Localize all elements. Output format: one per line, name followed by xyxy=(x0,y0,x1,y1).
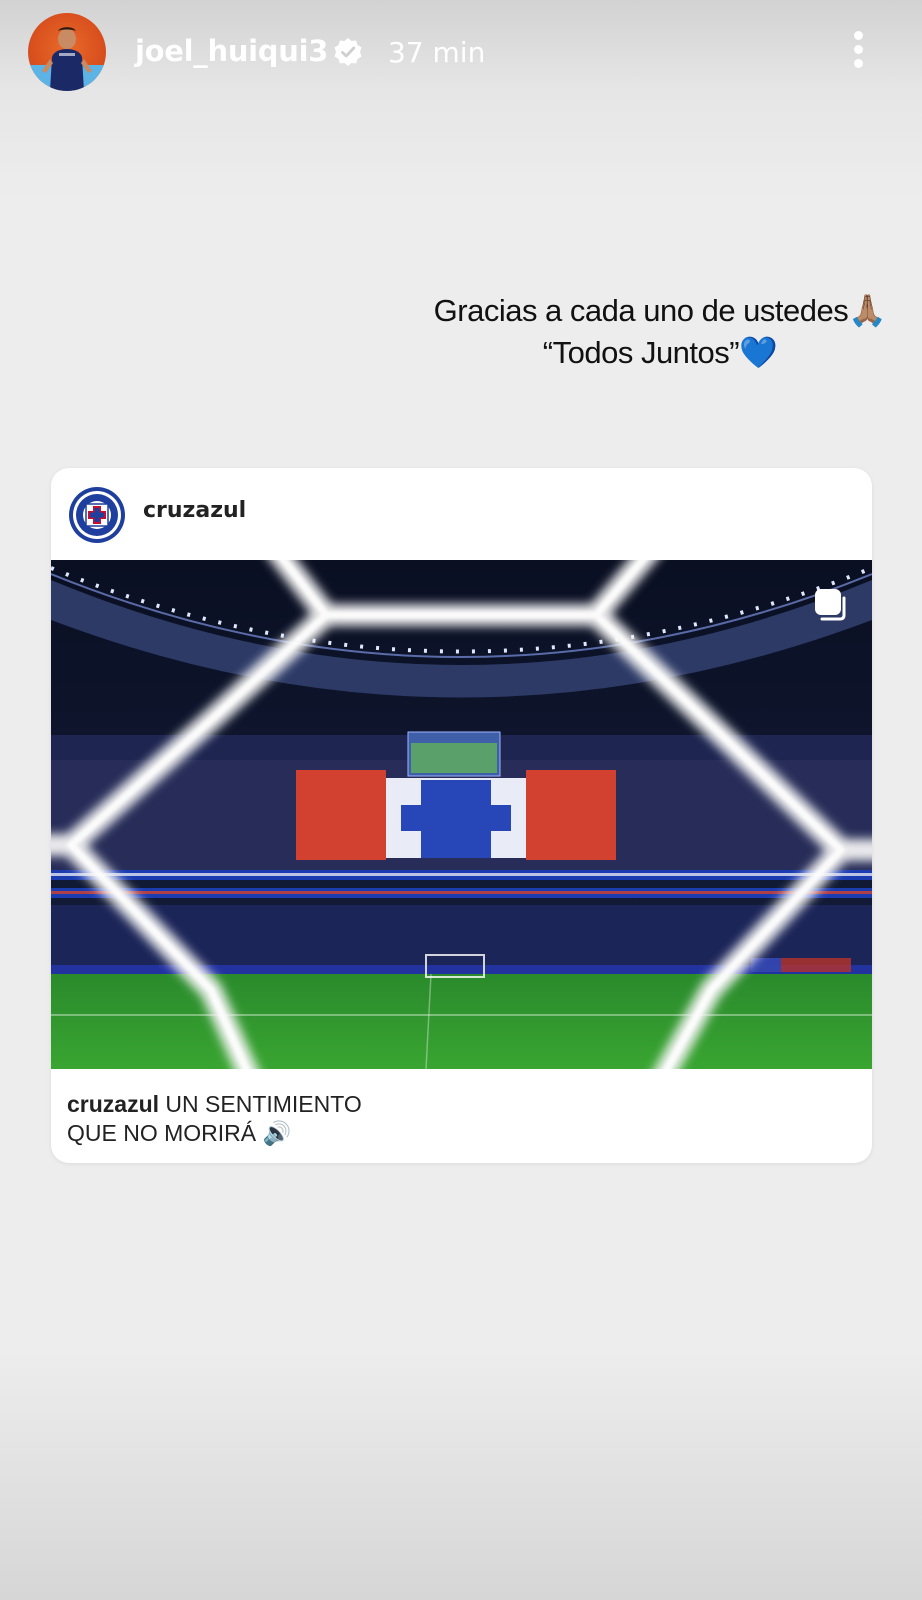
story-username[interactable]: joel_huiqui3 xyxy=(135,34,328,68)
caption-line-2: “Todos Juntos”💙 xyxy=(542,335,778,370)
verified-badge-icon xyxy=(334,38,362,66)
story-header: joel_huiqui3 37 min xyxy=(0,0,922,110)
shared-post-caption-line-1: UN SENTIMIENTO xyxy=(165,1091,362,1117)
shared-post-card[interactable]: cruzazul cruzazul UN SENTIMIENTO QUE NO … xyxy=(51,468,872,1163)
shared-post-header: cruzazul xyxy=(51,468,872,560)
story-caption: Gracias a cada uno de ustedes🙏🏽 “Todos J… xyxy=(420,290,900,374)
bookmark-icon[interactable] xyxy=(812,586,846,622)
stadium-photo[interactable] xyxy=(51,560,872,1069)
shared-post-caption-user[interactable]: cruzazul xyxy=(67,1091,159,1117)
shared-post-caption: cruzazul UN SENTIMIENTO QUE NO MORIRÁ 🔊 xyxy=(67,1090,767,1148)
more-vertical-icon[interactable] xyxy=(850,28,866,76)
story-time: 37 min xyxy=(388,36,486,69)
shared-post-caption-line-2: QUE NO MORIRÁ 🔊 xyxy=(67,1120,292,1146)
shared-post-username[interactable]: cruzazul xyxy=(143,498,246,523)
caption-line-1: Gracias a cada uno de ustedes🙏🏽 xyxy=(433,293,887,328)
cruz-azul-crest-icon xyxy=(69,487,125,543)
profile-avatar[interactable] xyxy=(28,13,106,91)
avatar-photo xyxy=(28,27,106,91)
